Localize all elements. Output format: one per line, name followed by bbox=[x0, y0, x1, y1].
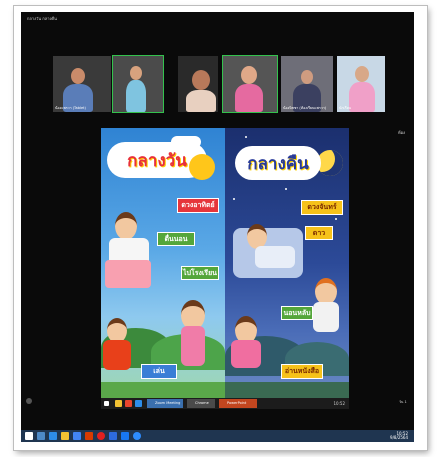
participant-body bbox=[126, 80, 146, 112]
windows-start-icon[interactable] bbox=[25, 432, 33, 440]
participant-tile-4[interactable] bbox=[222, 55, 278, 113]
girl-reading-body bbox=[231, 340, 261, 368]
label-sun: ดวงอาทิตย์ bbox=[177, 198, 219, 213]
night-title: กลางคืน bbox=[235, 146, 321, 180]
girl-standing-body bbox=[181, 326, 205, 366]
participant-body bbox=[349, 82, 375, 112]
star-icon bbox=[233, 198, 235, 200]
boy-playing-body bbox=[103, 340, 131, 370]
camera-dot-icon bbox=[26, 398, 32, 404]
sun-icon bbox=[189, 154, 215, 180]
office-icon[interactable] bbox=[85, 432, 93, 440]
night-panel: กลางคืน ดวงจันทร์ ดาว นอนหลับ อ่านหนังสื… bbox=[225, 128, 349, 398]
participant-body bbox=[186, 90, 216, 112]
blanket bbox=[255, 246, 295, 268]
participant-tile-3[interactable] bbox=[178, 56, 218, 112]
opera-icon[interactable] bbox=[97, 432, 105, 440]
participant-face bbox=[241, 66, 257, 84]
participant-tile-2[interactable] bbox=[112, 55, 164, 113]
host-clock-date: 9/8/2564 bbox=[390, 435, 408, 440]
window-title: กลางวัน กลางคืน bbox=[27, 16, 57, 21]
shared-slide: กลางวัน ดวงอาทิตย์ ตื่นนอน ไปโรงเรียน เล… bbox=[101, 128, 349, 398]
participant-tile-6[interactable]: นักเรียน bbox=[337, 56, 385, 112]
bed-icon bbox=[105, 260, 151, 288]
label-moon: ดวงจันทร์ bbox=[301, 200, 343, 215]
label-wake-up: ตื่นนอน bbox=[157, 232, 195, 246]
participant-face bbox=[130, 66, 142, 80]
presenter-taskbar: Zoom Meeting Chrome PowerPoint 10:52 bbox=[101, 398, 349, 409]
side-panel-label: ห้อง bbox=[398, 130, 405, 135]
participant-tile-1[interactable]: น้องแพรวา (Tablet) bbox=[53, 56, 111, 112]
participant-face bbox=[355, 66, 369, 82]
label-star: ดาว bbox=[305, 226, 333, 240]
grass bbox=[101, 382, 225, 398]
taskbar-app-powerpoint[interactable]: PowerPoint bbox=[219, 399, 257, 408]
label-read-book: อ่านหนังสือ bbox=[281, 364, 323, 379]
star-icon bbox=[335, 218, 337, 220]
label-sleep: นอนหลับ bbox=[281, 306, 313, 320]
label-play: เล่น bbox=[141, 364, 177, 379]
windows-start-icon[interactable] bbox=[104, 401, 109, 406]
star-icon bbox=[285, 188, 287, 190]
chrome-icon[interactable] bbox=[73, 432, 81, 440]
edge-icon[interactable] bbox=[49, 432, 57, 440]
folder-icon[interactable] bbox=[115, 400, 122, 407]
chrome-icon[interactable] bbox=[125, 400, 132, 407]
edge-icon[interactable] bbox=[135, 400, 142, 407]
side-panel-time: วัน 1 bbox=[399, 400, 407, 404]
word-icon[interactable] bbox=[109, 432, 117, 440]
taskbar-app-chrome[interactable]: Chrome bbox=[187, 399, 215, 408]
participant-body bbox=[235, 84, 263, 112]
host-clock: 10:52 9/8/2564 bbox=[390, 432, 408, 440]
star-icon bbox=[245, 136, 247, 138]
search-icon[interactable] bbox=[37, 432, 45, 440]
participant-name: น้องนิชชา (ห้องเรียนแพรวา) bbox=[283, 106, 327, 110]
presenter-clock: 10:52 bbox=[333, 401, 345, 406]
boy-night-face bbox=[315, 278, 337, 305]
taskbar-app-zoom[interactable]: Zoom Meeting bbox=[147, 399, 183, 408]
boy-night-body bbox=[313, 302, 339, 332]
meeting-window: กลางวัน กลางคืน น้องแพรวา (Tablet) น้องน… bbox=[21, 12, 414, 430]
facebook-icon[interactable] bbox=[121, 432, 129, 440]
participant-face bbox=[192, 70, 210, 90]
participant-name: น้องแพรวา (Tablet) bbox=[55, 106, 86, 110]
label-go-to-school: ไปโรงเรียน bbox=[181, 266, 219, 280]
participant-face bbox=[301, 70, 313, 84]
participant-name: นักเรียน bbox=[339, 106, 352, 110]
zoom-icon[interactable] bbox=[133, 432, 141, 440]
girl-waking-face bbox=[115, 212, 137, 240]
participant-face bbox=[71, 68, 85, 84]
day-panel: กลางวัน ดวงอาทิตย์ ตื่นนอน ไปโรงเรียน เล… bbox=[101, 128, 225, 398]
participant-tile-5[interactable]: น้องนิชชา (ห้องเรียนแพรวา) bbox=[281, 56, 333, 112]
folder-icon[interactable] bbox=[61, 432, 69, 440]
host-taskbar: 10:52 9/8/2564 bbox=[21, 430, 414, 442]
grass bbox=[225, 382, 349, 398]
